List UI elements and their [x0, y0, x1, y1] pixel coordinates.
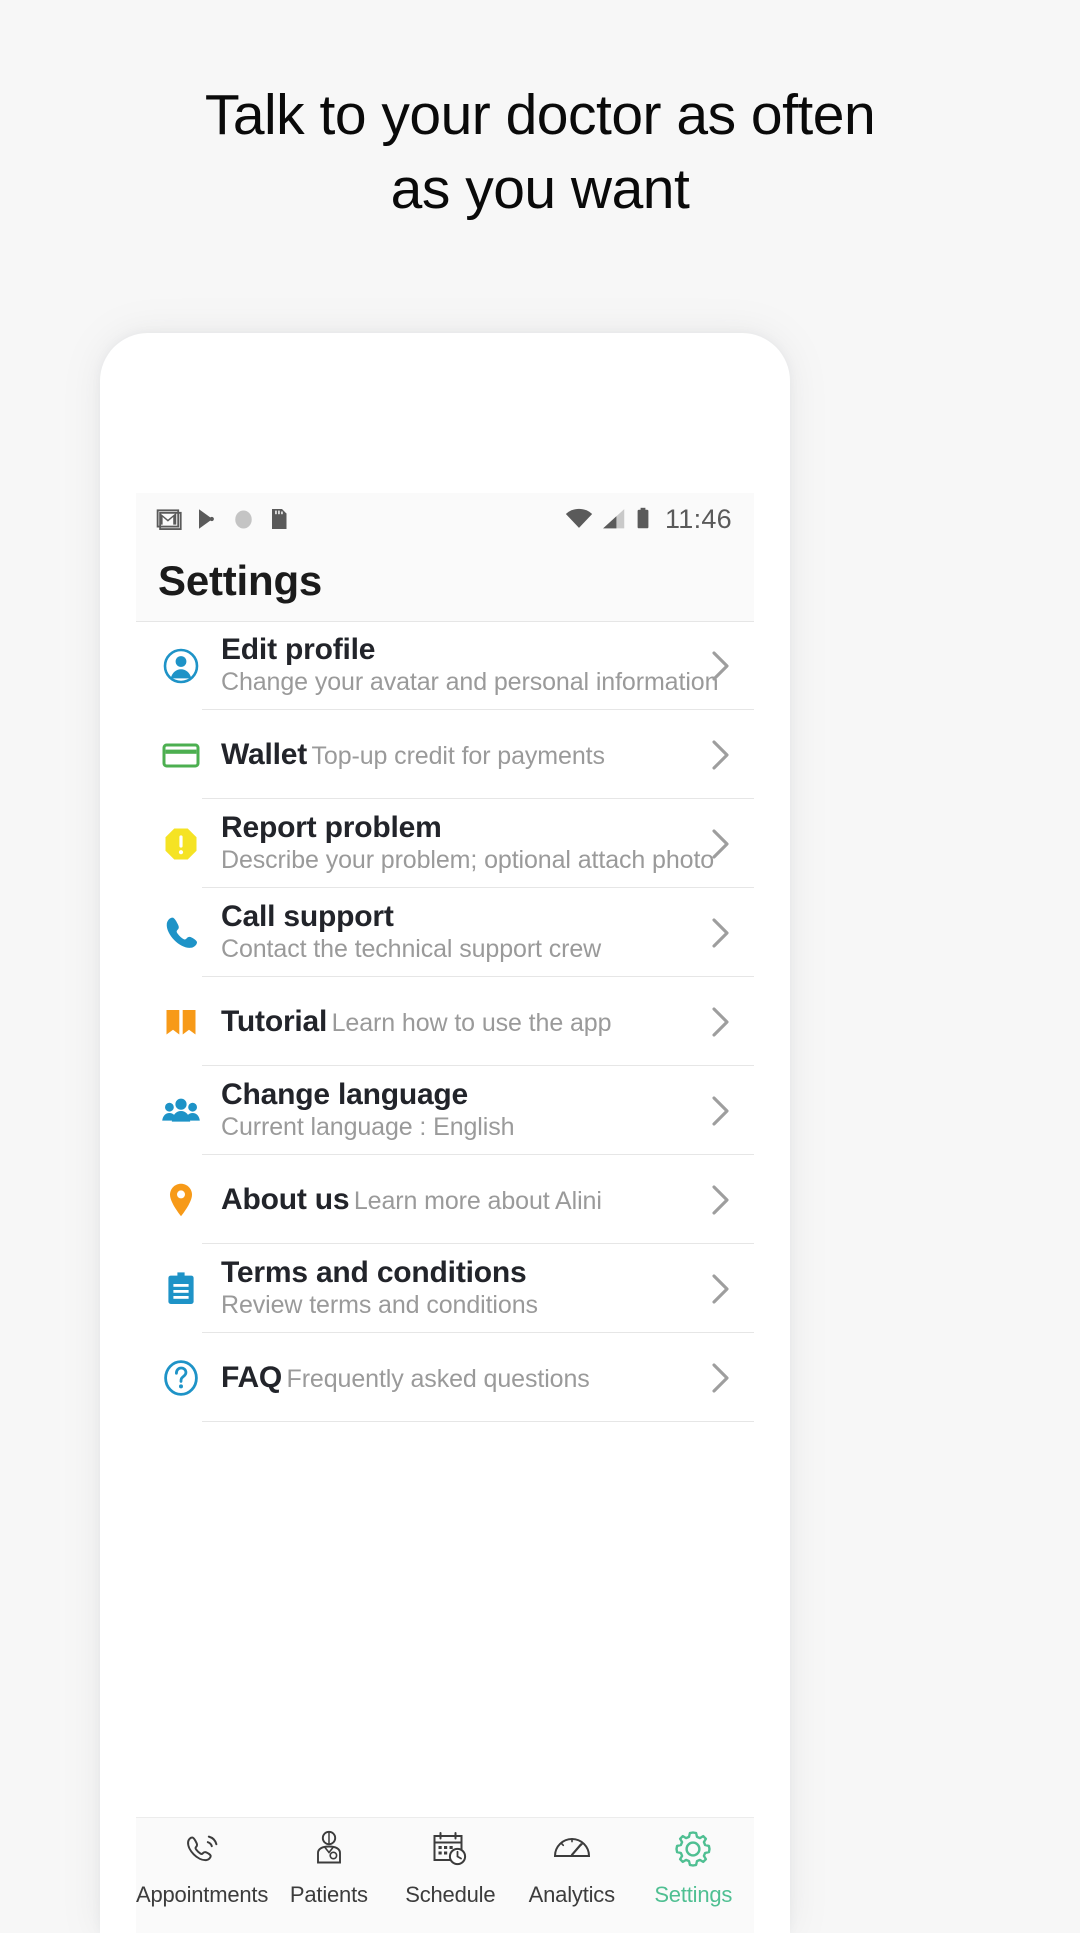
warning-octagon-icon	[158, 821, 204, 867]
people-group-icon	[158, 1088, 204, 1134]
gmail-icon	[156, 509, 182, 530]
nav-item-patients[interactable]: Patients	[268, 1828, 389, 1908]
chevron-right-icon[interactable]	[706, 1362, 736, 1394]
settings-row-title: Call support	[221, 900, 394, 933]
wifi-icon	[565, 508, 593, 528]
settings-row-title: Tutorial	[221, 1004, 328, 1038]
settings-row-text: Change language Current language : Engli…	[221, 1078, 706, 1143]
settings-row-title: About us	[221, 1182, 350, 1216]
settings-row-edit-profile[interactable]: Edit profile Change your avatar and pers…	[136, 621, 754, 710]
settings-row-text: Terms and conditions Review terms and co…	[221, 1256, 706, 1321]
settings-row-title: Wallet	[221, 737, 308, 771]
nav-item-analytics[interactable]: Analytics	[511, 1828, 632, 1908]
settings-row-subtitle: Review terms and conditions	[221, 1291, 538, 1319]
settings-row-subtitle: Contact the technical support crew	[221, 935, 602, 963]
settings-row-text: Edit profile Change your avatar and pers…	[221, 633, 719, 698]
status-bar-notification-icons	[156, 506, 290, 532]
battery-icon	[637, 507, 649, 529]
chevron-right-icon[interactable]	[706, 1184, 736, 1216]
doctor-icon	[310, 1828, 348, 1875]
settings-row-title: FAQ	[221, 1360, 283, 1394]
settings-row-title: Edit profile	[221, 633, 376, 666]
settings-row-subtitle: Change your avatar and personal informat…	[221, 668, 719, 696]
promo-headline-line-1: Talk to your doctor as often	[204, 83, 876, 147]
chevron-right-icon[interactable]	[706, 1006, 736, 1038]
gauge-icon	[550, 1828, 594, 1875]
status-bar-system-icons: 11:46	[565, 504, 732, 535]
status-bar-clock: 11:46	[664, 503, 732, 534]
play-store-icon	[199, 509, 214, 529]
gear-icon	[672, 1828, 714, 1875]
settings-row-faq[interactable]: FAQ Frequently asked questions	[136, 1333, 754, 1422]
phone-screen: 11:46 Settings Edit profile Change your …	[136, 493, 754, 1923]
person-circle-icon	[158, 643, 204, 689]
settings-row-title: Report problem	[221, 811, 442, 844]
calendar-clock-icon	[429, 1828, 471, 1875]
question-circle-icon	[158, 1355, 204, 1401]
chevron-right-icon[interactable]	[706, 739, 736, 771]
settings-list: Edit profile Change your avatar and pers…	[136, 621, 754, 1422]
bottom-navigation-bar: Appointments Patients Schedule Analytics…	[136, 1817, 754, 1933]
settings-row-subtitle: Frequently asked questions	[286, 1364, 590, 1393]
promo-headline: Talk to your doctor as often as you want	[0, 0, 1080, 226]
cellular-signal-icon	[603, 509, 625, 529]
settings-row-wallet[interactable]: Wallet Top-up credit for payments	[136, 710, 754, 799]
credit-card-icon	[158, 732, 204, 778]
settings-row-report-problem[interactable]: Report problem Describe your problem; op…	[136, 799, 754, 888]
chevron-right-icon[interactable]	[706, 828, 736, 860]
settings-row-about-us[interactable]: About us Learn more about Alini	[136, 1155, 754, 1244]
phone-icon	[158, 910, 204, 956]
settings-row-subtitle: Learn how to use the app	[331, 1008, 612, 1037]
chevron-right-icon[interactable]	[706, 917, 736, 949]
chevron-right-icon[interactable]	[706, 650, 736, 682]
settings-row-change-language[interactable]: Change language Current language : Engli…	[136, 1066, 754, 1155]
nav-label: Analytics	[528, 1882, 615, 1907]
map-pin-icon	[158, 1177, 204, 1223]
phone-mockup-frame: 11:46 Settings Edit profile Change your …	[100, 333, 790, 1933]
nav-item-appointments[interactable]: Appointments	[136, 1828, 268, 1908]
settings-row-subtitle: Describe your problem; optional attach p…	[221, 846, 715, 874]
chevron-right-icon[interactable]	[706, 1095, 736, 1127]
settings-row-terms-and-conditions[interactable]: Terms and conditions Review terms and co…	[136, 1244, 754, 1333]
chevron-right-icon[interactable]	[706, 1273, 736, 1305]
page-title: Settings	[136, 545, 754, 621]
settings-row-text: Wallet Top-up credit for payments	[221, 738, 706, 772]
open-book-icon	[158, 999, 204, 1045]
settings-row-text: Tutorial Learn how to use the app	[221, 1005, 706, 1039]
settings-row-subtitle: Learn more about Alini	[353, 1186, 602, 1215]
phone-ring-icon	[180, 1828, 224, 1875]
circle-icon	[235, 509, 252, 529]
settings-row-text: About us Learn more about Alini	[221, 1183, 706, 1217]
settings-row-title: Terms and conditions	[221, 1256, 527, 1289]
settings-row-subtitle: Top-up credit for payments	[311, 741, 605, 770]
nav-item-schedule[interactable]: Schedule	[390, 1828, 511, 1908]
clipboard-icon	[158, 1266, 204, 1312]
settings-row-title: Change language	[221, 1078, 469, 1111]
settings-row-text: Call support Contact the technical suppo…	[221, 900, 706, 965]
settings-row-text: FAQ Frequently asked questions	[221, 1361, 706, 1395]
nav-label: Patients	[289, 1882, 368, 1907]
nav-label: Settings	[654, 1882, 733, 1907]
promo-headline-line-2: as you want	[390, 157, 690, 221]
status-bar: 11:46	[136, 493, 754, 545]
nav-item-settings[interactable]: Settings	[633, 1828, 754, 1908]
settings-row-call-support[interactable]: Call support Contact the technical suppo…	[136, 888, 754, 977]
settings-row-subtitle: Current language : English	[221, 1113, 515, 1141]
settings-row-tutorial[interactable]: Tutorial Learn how to use the app	[136, 977, 754, 1066]
sd-card-icon	[272, 509, 287, 529]
nav-label: Appointments	[136, 1882, 269, 1907]
settings-row-text: Report problem Describe your problem; op…	[221, 811, 714, 876]
nav-label: Schedule	[405, 1882, 496, 1907]
